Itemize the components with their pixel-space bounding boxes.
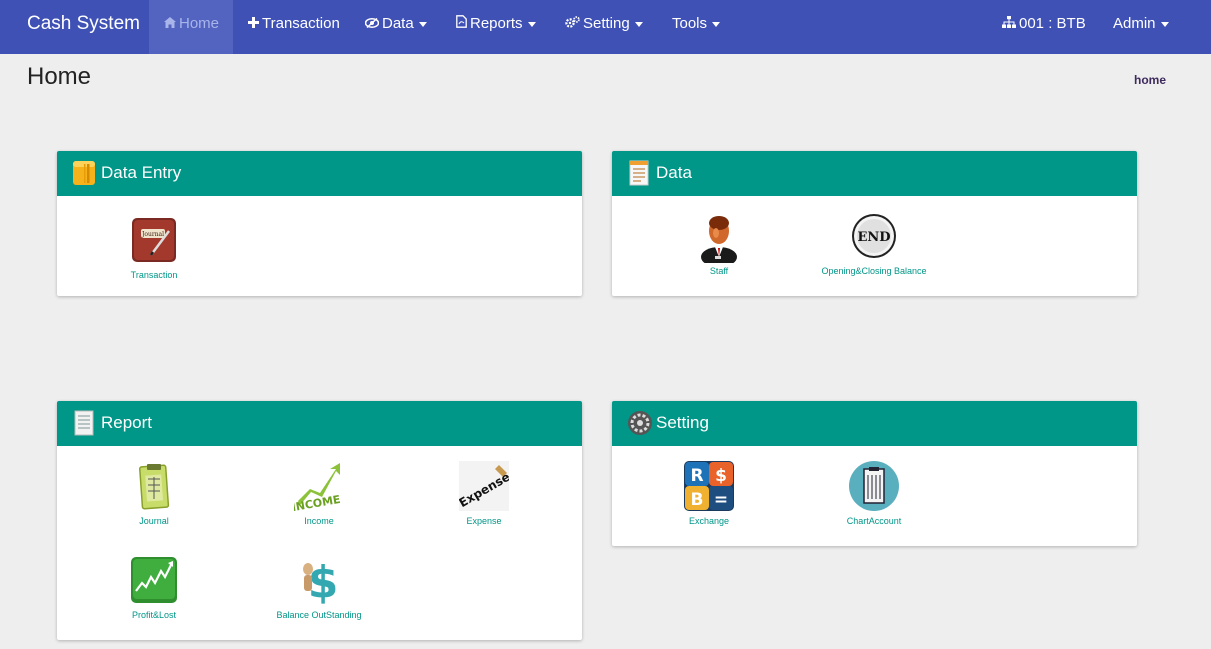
breadcrumb[interactable]: home — [1134, 73, 1166, 87]
nav-branch[interactable]: 001 : BTB — [1002, 0, 1086, 54]
pdf-file-icon — [456, 0, 467, 48]
svg-text:B: B — [691, 490, 704, 510]
folder-icon — [72, 160, 96, 186]
nav-data-dropdown[interactable]: Data — [364, 0, 427, 54]
panel-title: Data Entry — [101, 163, 182, 182]
tile-label: Opening&Closing Balance — [821, 266, 927, 276]
top-navbar: Cash System Home Transaction Data Report… — [0, 0, 1211, 54]
nav-tools-dropdown[interactable]: Tools — [672, 0, 721, 54]
tile-label: Expense — [466, 516, 502, 526]
staff-person-icon — [694, 211, 744, 267]
tile-chart-account[interactable]: ChartAccount — [794, 461, 954, 526]
nav-transaction[interactable]: Transaction — [248, 0, 340, 54]
tile-income[interactable]: INCOME Income — [239, 461, 399, 526]
document-icon — [627, 160, 651, 186]
brand-logo[interactable]: Cash System — [27, 13, 140, 35]
nav-setting-label: Setting — [583, 15, 630, 32]
gears-icon — [565, 0, 580, 48]
tile-label: Income — [304, 516, 334, 526]
tile-journal[interactable]: Journal — [74, 461, 234, 526]
panel-data-entry: Data Entry Journal Transaction — [57, 151, 582, 296]
tile-label: Profit&Lost — [131, 610, 177, 620]
panel-setting: Setting R $ B = Exchange ChartAccount — [612, 401, 1137, 546]
tile-profit-lost[interactable]: Profit&Lost — [74, 555, 234, 620]
panel-header: Setting — [612, 401, 1137, 446]
chevron-down-icon — [527, 21, 536, 27]
svg-text:END: END — [857, 230, 890, 245]
income-arrow-icon: INCOME — [291, 461, 344, 514]
nav-reports-label: Reports — [470, 15, 523, 32]
nav-transaction-label: Transaction — [262, 15, 340, 32]
svg-text:Journal: Journal — [141, 231, 164, 238]
plus-icon — [248, 0, 259, 48]
journal-book-icon: Journal — [129, 215, 179, 265]
tile-label: Transaction — [130, 270, 178, 280]
panel-title: Data — [656, 163, 692, 182]
svg-text:$: $ — [715, 466, 727, 486]
nav-home-label: Home — [179, 15, 220, 32]
panel-header: Data Entry — [57, 151, 582, 196]
nav-home[interactable]: Home — [149, 0, 233, 54]
tile-label: Exchange — [688, 516, 730, 526]
nav-tools-label: Tools — [672, 15, 708, 32]
svg-text:$: $ — [308, 557, 339, 605]
tile-expense[interactable]: Expense Expense — [404, 461, 564, 526]
tile-exchange[interactable]: R $ B = Exchange — [629, 461, 789, 526]
nav-user-dropdown[interactable]: Admin — [1113, 0, 1169, 54]
tile-label: Staff — [709, 266, 729, 276]
clipboard-icon — [129, 461, 179, 511]
tile-transaction[interactable]: Journal Transaction — [74, 215, 234, 280]
panel-data: Data Staff END Opening&Closing Balance — [612, 151, 1137, 296]
profit-chart-icon — [129, 555, 179, 605]
tile-label: Journal — [139, 516, 169, 526]
chevron-down-icon — [418, 21, 427, 27]
svg-text:INCOME: INCOME — [294, 493, 341, 511]
chevron-down-icon — [1160, 21, 1169, 27]
exchange-rsb-icon: R $ B = — [684, 461, 734, 511]
chevron-down-icon — [712, 21, 721, 27]
end-button-icon: END — [849, 211, 899, 261]
tile-opening-closing-balance[interactable]: END Opening&Closing Balance — [794, 211, 954, 276]
nav-branch-label: 001 : BTB — [1019, 15, 1086, 32]
tile-label: ChartAccount — [846, 516, 902, 526]
page-title: Home — [27, 63, 92, 90]
gear-icon — [627, 410, 652, 436]
report-document-icon — [72, 410, 96, 436]
panel-title: Setting — [656, 413, 709, 432]
home-icon — [164, 0, 176, 48]
nav-reports-dropdown[interactable]: Reports — [456, 0, 536, 54]
panel-title: Report — [101, 413, 153, 432]
tile-staff[interactable]: Staff — [639, 211, 799, 276]
chevron-down-icon — [634, 21, 643, 27]
tile-balance-outstanding[interactable]: $ Balance OutStanding — [239, 555, 399, 620]
nav-setting-dropdown[interactable]: Setting — [565, 0, 643, 54]
eye-slash-icon — [364, 0, 380, 48]
chart-account-icon — [849, 461, 899, 511]
svg-text:=: = — [714, 490, 728, 510]
panel-header: Report — [57, 401, 582, 446]
svg-text:R: R — [690, 466, 703, 486]
sitemap-icon — [1002, 0, 1016, 48]
dollar-icon: $ — [294, 555, 344, 608]
tile-label: Balance OutStanding — [276, 610, 362, 620]
nav-user-label: Admin — [1113, 15, 1156, 32]
expense-icon: Expense — [457, 461, 512, 511]
nav-data-label: Data — [382, 15, 414, 32]
panel-header: Data — [612, 151, 1137, 196]
panel-report: Report Journal INCOME Income Expense Exp… — [57, 401, 582, 640]
